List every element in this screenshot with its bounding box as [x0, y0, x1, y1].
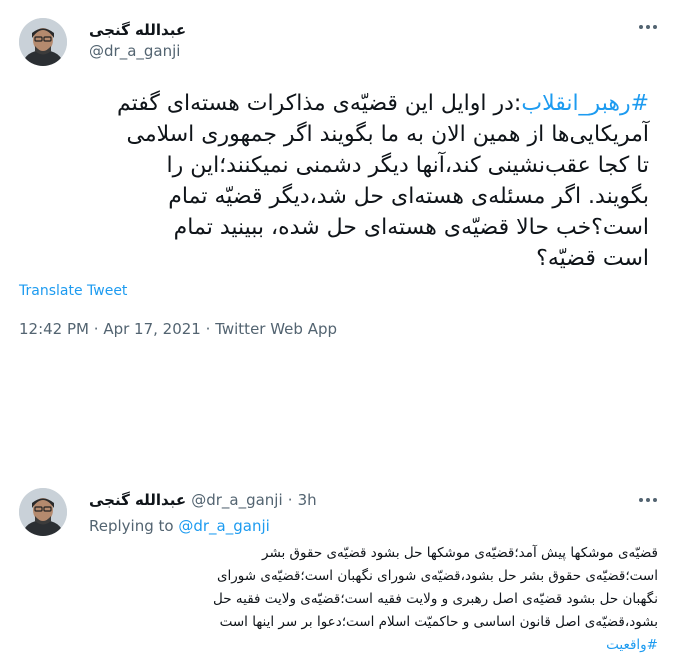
hashtag-link[interactable]: #رهبر_انقلاب	[521, 91, 649, 116]
reply-author-name[interactable]: عبدالله گنجی	[89, 491, 186, 509]
reply-line: بشود،قضیّه‌ی اصل قانون اساسی و حاکمیّت ا…	[219, 614, 658, 630]
more-dots-icon[interactable]	[638, 493, 658, 503]
reply-text: قضیّه‌ی موشکها پیش آمد؛قضیّه‌ی موشکها حل…	[58, 542, 658, 657]
meta-separator: ·	[93, 320, 99, 338]
reply-line: قضیّه‌ی موشکها پیش آمد؛قضیّه‌ی موشکها حل…	[262, 545, 658, 561]
tweet-text: #رهبر_انقلاب:در اوایل این قضیّه‌ی مذاکرا…	[9, 88, 649, 274]
author-name[interactable]: عبدالله گنجی	[89, 21, 186, 39]
tweet-line: است قضیّه؟	[536, 246, 649, 271]
tweet-line: آمریکایی‌ها از همین الان به ما بگویند اگ…	[126, 122, 649, 147]
reply-separator: ·	[287, 491, 293, 509]
meta-separator: ·	[205, 320, 211, 338]
author-avatar[interactable]	[19, 18, 67, 66]
more-dots-icon[interactable]	[638, 20, 658, 30]
reply-author-handle[interactable]: @dr_a_ganji	[191, 491, 282, 509]
reply-line: #واقعیت	[58, 634, 658, 657]
avatar-photo	[19, 488, 67, 536]
reply-header: عبدالله گنجی @dr_a_ganji · 3h	[89, 490, 317, 509]
tweet-source[interactable]: Twitter Web App	[215, 320, 337, 338]
reply-time[interactable]: 3h	[298, 491, 317, 509]
translate-tweet-link[interactable]: Translate Tweet	[19, 283, 127, 299]
avatar-photo	[19, 18, 67, 66]
tweet-line: تا کجا عقب‌نشینی کند،آنها دیگر دشمنی نمی…	[166, 153, 649, 178]
reply-author-avatar[interactable]	[19, 488, 67, 536]
reply-line: است؛قضیّه‌ی حقوق بشر حل بشود،قضیّه‌ی شور…	[216, 568, 658, 584]
tweet-date[interactable]: Apr 17, 2021	[103, 320, 201, 338]
reply-line: نگهبان حل بشود قضیّه‌ی اصل رهبری و ولایت…	[213, 591, 658, 607]
reply-hashtag-link[interactable]: #واقعیت	[606, 637, 658, 653]
author-handle[interactable]: @dr_a_ganji	[89, 42, 180, 60]
tweet-line: #رهبر_انقلاب:در اوایل این قضیّه‌ی مذاکرا…	[116, 91, 649, 116]
replying-handle-link[interactable]: @dr_a_ganji	[178, 517, 269, 535]
replying-prefix: Replying to	[89, 517, 174, 535]
tweet-time[interactable]: 12:42 PM	[19, 320, 89, 338]
tweet-meta: 12:42 PM · Apr 17, 2021 · Twitter Web Ap…	[19, 320, 337, 338]
tweet-line: است؟خب حالا قضیّه‌ی هسته‌ای حل شده، ببین…	[173, 215, 649, 240]
replying-to: Replying to @dr_a_ganji	[89, 517, 270, 535]
tweet-line: بگویند. اگر مسئله‌ی هسته‌ای حل شد،دیگر ق…	[168, 184, 649, 209]
